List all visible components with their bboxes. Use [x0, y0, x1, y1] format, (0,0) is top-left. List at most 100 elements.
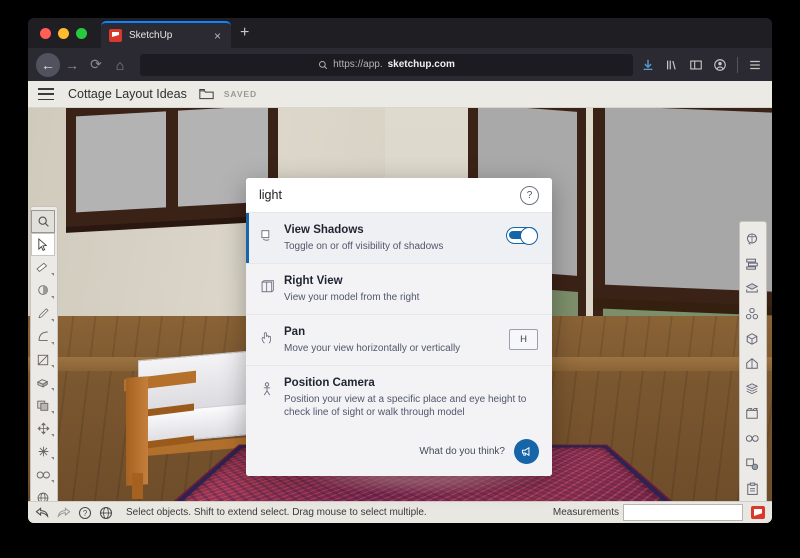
- result-description: Toggle on or off visibility of shadows: [284, 240, 506, 253]
- result-title: Position Camera: [284, 376, 538, 390]
- select-arrow-icon: [37, 238, 49, 251]
- search-icon: [37, 215, 50, 228]
- downloads-icon[interactable]: [641, 58, 655, 72]
- globe-icon[interactable]: [97, 505, 114, 521]
- result-text: Position Camera Position your view at a …: [278, 376, 538, 419]
- result-row-pan[interactable]: Pan Move your view horizontally or verti…: [246, 315, 552, 366]
- library-icon[interactable]: [665, 58, 679, 72]
- result-description: Move your view horizontally or verticall…: [284, 342, 509, 355]
- eraser-icon: [36, 262, 50, 273]
- home-button[interactable]: ⌂: [108, 53, 132, 77]
- components-icon: [745, 307, 759, 321]
- menu-icon[interactable]: [748, 58, 762, 72]
- result-title: Pan: [284, 325, 509, 339]
- layers-icon: [745, 382, 759, 395]
- result-title: Right View: [284, 274, 538, 288]
- right-view-icon: [256, 274, 278, 294]
- close-window-button[interactable]: [40, 28, 51, 39]
- tool-rectangle[interactable]: [31, 348, 55, 371]
- back-button[interactable]: ←: [36, 53, 60, 77]
- result-row-position-camera[interactable]: Position Camera Position your view at a …: [246, 366, 552, 429]
- panel-outliner[interactable]: [740, 251, 764, 276]
- measurements-input[interactable]: [623, 504, 743, 521]
- offset-icon: [36, 399, 50, 412]
- close-tab-icon[interactable]: ×: [212, 30, 223, 42]
- pencil-icon: [37, 307, 50, 320]
- browser-tab-sketchup[interactable]: SketchUp ×: [101, 21, 231, 48]
- url-prefix: https://app.: [333, 59, 382, 70]
- panel-instructor[interactable]: [740, 476, 764, 501]
- result-row-right-view[interactable]: Right View View your model from the righ…: [246, 264, 552, 315]
- help-icon[interactable]: ?: [520, 186, 539, 205]
- shadows-icon: [256, 223, 278, 243]
- tool-push-pull[interactable]: [31, 371, 55, 394]
- tool-tape-measure[interactable]: [31, 463, 55, 486]
- paint-bucket-icon: [37, 284, 50, 297]
- panel-components[interactable]: [740, 301, 764, 326]
- tool-eraser[interactable]: [31, 256, 55, 279]
- new-tab-button[interactable]: +: [240, 26, 249, 40]
- panel-display[interactable]: [740, 426, 764, 451]
- result-title: View Shadows: [284, 223, 506, 237]
- sofa-leg-left: [132, 473, 143, 499]
- measurements-label: Measurements: [553, 507, 619, 518]
- search-icon: [318, 60, 328, 70]
- tool-line[interactable]: [31, 302, 55, 325]
- svg-text:?: ?: [82, 509, 87, 518]
- minimize-window-button[interactable]: [58, 28, 69, 39]
- display-infinity-icon: [745, 434, 760, 443]
- window-controls: [40, 28, 87, 39]
- tool-move[interactable]: [31, 417, 55, 440]
- scenes-icon: [745, 407, 759, 420]
- panel-entity-info[interactable]: [740, 226, 764, 251]
- search-results-list: View Shadows Toggle on or off visibility…: [246, 213, 552, 429]
- move-icon: [37, 422, 50, 435]
- panel-styles[interactable]: [740, 351, 764, 376]
- sidebar-icon[interactable]: [689, 58, 703, 72]
- left-window-pane-1: [76, 111, 166, 212]
- toolbar-divider: [737, 57, 738, 73]
- result-control: H: [509, 325, 538, 350]
- tool-select[interactable]: [31, 233, 55, 256]
- feedback-prompt: What do you think?: [419, 446, 505, 457]
- keyboard-shortcut-badge: H: [509, 329, 538, 350]
- tool-scale[interactable]: [31, 440, 55, 463]
- search-input[interactable]: light: [259, 188, 520, 202]
- tool-paint[interactable]: [31, 279, 55, 302]
- megaphone-icon: [520, 445, 533, 458]
- redo-icon[interactable]: [55, 505, 72, 521]
- app-header: Cottage Layout Ideas SAVED: [28, 81, 772, 108]
- feedback-button[interactable]: [514, 439, 539, 464]
- reload-button[interactable]: ⟳: [84, 53, 108, 77]
- tool-arc[interactable]: [31, 325, 55, 348]
- sketchup-logo-icon: [750, 505, 766, 520]
- navbar-actions: [641, 57, 764, 73]
- folder-icon[interactable]: [199, 88, 214, 100]
- result-row-view-shadows[interactable]: View Shadows Toggle on or off visibility…: [246, 213, 552, 264]
- url-host: sketchup.com: [388, 59, 455, 70]
- panel-materials[interactable]: [740, 276, 764, 301]
- address-bar[interactable]: https://app. sketchup.com: [140, 54, 633, 76]
- shadows-toggle[interactable]: [506, 227, 538, 244]
- panel-layers[interactable]: [740, 376, 764, 401]
- modal-footer: What do you think?: [246, 429, 552, 476]
- instructor-icon: [746, 482, 759, 496]
- document-title[interactable]: Cottage Layout Ideas: [68, 87, 187, 101]
- forward-button[interactable]: →: [60, 53, 84, 77]
- panel-shadows[interactable]: [740, 451, 764, 476]
- tool-search[interactable]: [31, 210, 55, 233]
- undo-icon[interactable]: [34, 505, 51, 521]
- tool-offset[interactable]: [31, 394, 55, 417]
- account-icon[interactable]: [713, 58, 727, 72]
- panel-scenes[interactable]: [740, 401, 764, 426]
- hamburger-menu-icon[interactable]: [38, 88, 54, 100]
- browser-tabstrip: SketchUp × +: [28, 18, 772, 48]
- styles-icon: [745, 357, 759, 370]
- browser-navbar: ← → ⟳ ⌂ https://app. sketchup.com: [28, 48, 772, 81]
- panel-3d-warehouse[interactable]: [740, 326, 764, 351]
- sketchup-favicon-icon: [109, 29, 122, 42]
- help-icon[interactable]: ?: [76, 505, 93, 521]
- push-pull-icon: [36, 377, 50, 389]
- maximize-window-button[interactable]: [76, 28, 87, 39]
- result-description: Position your view at a specific place a…: [284, 393, 538, 419]
